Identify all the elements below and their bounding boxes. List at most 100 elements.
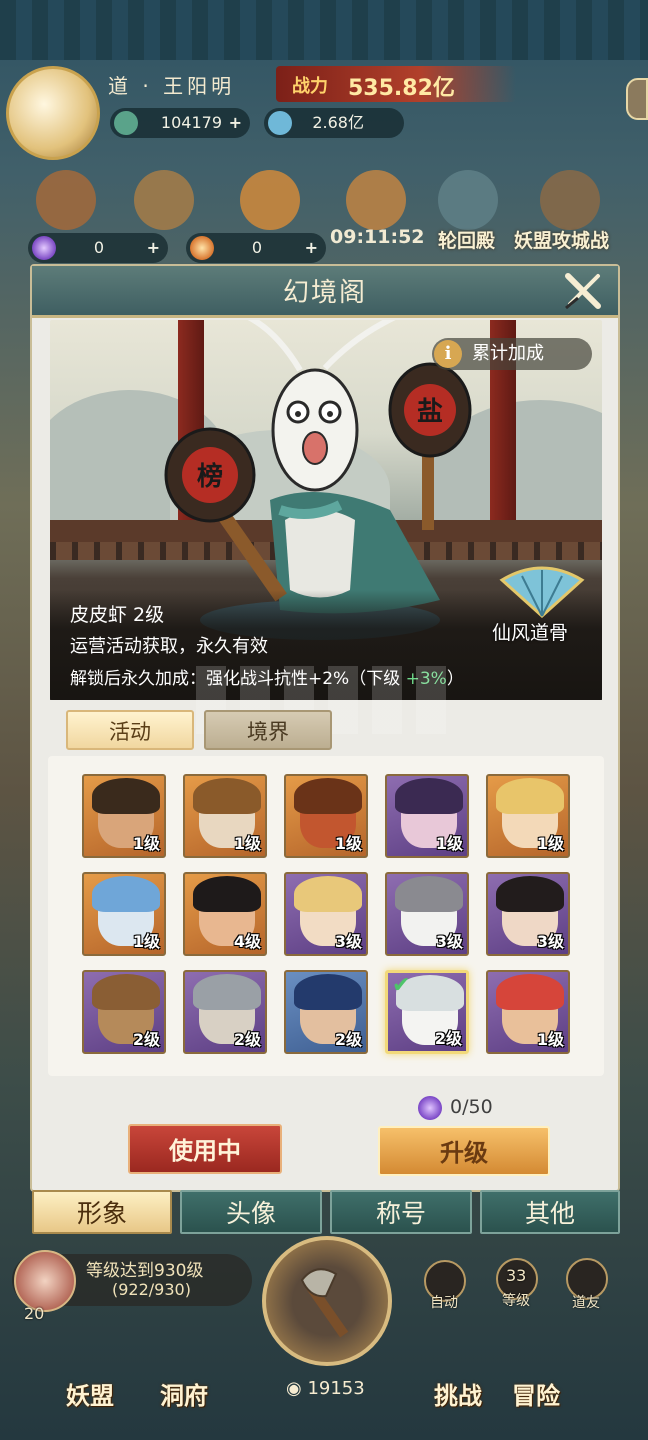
fan-badge-icon bbox=[499, 566, 585, 618]
portrait-hair bbox=[395, 876, 463, 912]
nav-adventure[interactable]: 冒险 bbox=[512, 1376, 560, 1411]
portrait-hair bbox=[92, 974, 160, 1010]
fan-icon[interactable] bbox=[346, 170, 406, 230]
cumulative-bonus-button[interactable]: i 累计加成 bbox=[432, 338, 592, 370]
tab-activity[interactable]: 活动 bbox=[66, 710, 194, 750]
skin-cell[interactable]: 3级 bbox=[385, 872, 469, 956]
tab-avatar[interactable]: 头像 bbox=[180, 1190, 322, 1234]
in-use-button[interactable]: 使用中 bbox=[128, 1124, 282, 1174]
skin-level: 3级 bbox=[334, 932, 362, 951]
axe-icon bbox=[300, 1268, 349, 1338]
skin-level: 3级 bbox=[536, 932, 564, 951]
level-button-label: 等级 bbox=[502, 1293, 530, 1309]
badge-label: 仙风道骨 bbox=[492, 622, 569, 644]
portrait-hair bbox=[92, 876, 160, 912]
skin-level: 4级 bbox=[233, 932, 261, 951]
upgrade-button[interactable]: 升级 bbox=[378, 1126, 550, 1176]
event-icon[interactable] bbox=[134, 170, 194, 230]
skin-level: 1级 bbox=[334, 834, 362, 853]
skin-level: 2级 bbox=[132, 1030, 160, 1049]
purple-orb-add-button[interactable]: + bbox=[147, 233, 160, 263]
coin-counter: ◉ 19153 bbox=[286, 1378, 365, 1399]
spirit-stone-icon bbox=[114, 111, 138, 135]
tab-title[interactable]: 称号 bbox=[330, 1190, 472, 1234]
skin-level: 1级 bbox=[435, 834, 463, 853]
lotus-icon[interactable] bbox=[240, 170, 300, 230]
skin-cell[interactable]: 1级 bbox=[183, 774, 267, 858]
dialog-title: 幻境阁 bbox=[282, 278, 367, 308]
portrait-hair bbox=[395, 778, 463, 814]
siege-icon[interactable] bbox=[540, 170, 600, 230]
level-goal-text: 等级达到930级 bbox=[86, 1261, 204, 1281]
gift-bag-icon[interactable] bbox=[36, 170, 96, 230]
skin-cell[interactable]: 2级 bbox=[284, 970, 368, 1054]
level-button-number: 33 bbox=[506, 1266, 527, 1285]
skin-cell[interactable]: 2级 bbox=[183, 970, 267, 1054]
skin-level: 1级 bbox=[132, 834, 160, 853]
check-icon: ✔ bbox=[392, 973, 411, 998]
currency-1-value: 104179 bbox=[160, 113, 222, 132]
purple-orb-value: 0 bbox=[93, 238, 104, 257]
player-avatar[interactable] bbox=[6, 66, 100, 160]
skin-cell[interactable]: 3级 bbox=[486, 872, 570, 956]
skin-cell[interactable]: 2级 ✔ bbox=[385, 970, 469, 1054]
event-label-samsara[interactable]: 轮回殿 bbox=[438, 226, 495, 253]
chop-button[interactable] bbox=[262, 1236, 392, 1366]
skin-level: 3级 bbox=[435, 932, 463, 951]
nav-alliance[interactable]: 妖盟 bbox=[66, 1376, 114, 1411]
tab-realm[interactable]: 境界 bbox=[204, 710, 332, 750]
portrait-hair bbox=[193, 974, 261, 1010]
skin-source: 运营活动获取，永久有效 bbox=[70, 636, 268, 657]
skin-cell[interactable]: 2级 bbox=[82, 970, 166, 1054]
tab-other[interactable]: 其他 bbox=[480, 1190, 620, 1234]
skin-level: 1级 bbox=[536, 1030, 564, 1049]
portrait-hair bbox=[496, 974, 564, 1010]
portrait-hair bbox=[294, 876, 362, 912]
skin-cell[interactable]: 4级 bbox=[183, 872, 267, 956]
skin-level: 1级 bbox=[132, 932, 160, 951]
skin-cell[interactable]: 1级 bbox=[385, 774, 469, 858]
tab-appearance[interactable]: 形象 bbox=[32, 1190, 172, 1234]
palace-icon[interactable] bbox=[438, 170, 498, 230]
event-timer: 09:11:52 bbox=[330, 226, 425, 248]
nav-challenge[interactable]: 挑战 bbox=[434, 1376, 482, 1411]
purple-orb-bar: 0 + bbox=[28, 233, 168, 263]
side-expand-button[interactable] bbox=[626, 78, 648, 120]
currency-2-bar: 2.68亿 bbox=[264, 108, 404, 138]
skin-cell[interactable]: 1级 bbox=[486, 774, 570, 858]
auto-label: 自动 bbox=[430, 1295, 458, 1311]
purple-orb-icon bbox=[32, 236, 56, 260]
level-badge: 20 bbox=[24, 1304, 45, 1323]
lantern-right-text: 盐 bbox=[417, 397, 443, 427]
skin-cell[interactable]: 3级 bbox=[284, 872, 368, 956]
currency-1-add-button[interactable]: + bbox=[229, 108, 242, 138]
level-goal-progress: (922/930) bbox=[112, 1280, 191, 1299]
player-name: 道 · 王阳明 bbox=[108, 74, 236, 98]
currency-1-bar: 104179 + bbox=[110, 108, 250, 138]
lantern-left-text: 榜 bbox=[197, 461, 223, 492]
skin-level: 1级 bbox=[536, 834, 564, 853]
skin-cell[interactable]: 1级 bbox=[486, 970, 570, 1054]
skin-level: 2级 bbox=[334, 1030, 362, 1049]
orange-orb-add-button[interactable]: + bbox=[305, 233, 318, 263]
info-icon: i bbox=[434, 340, 462, 368]
skin-cell[interactable]: 1级 bbox=[82, 774, 166, 858]
skin-name-level: 皮皮虾 2级 bbox=[70, 604, 165, 626]
portrait-hair bbox=[193, 876, 261, 912]
event-label-siege[interactable]: 妖盟攻城战 bbox=[514, 226, 609, 253]
skin-cell[interactable]: 1级 bbox=[284, 774, 368, 858]
portrait-hair bbox=[496, 778, 564, 814]
skin-level: 1级 bbox=[233, 834, 261, 853]
meat-icon bbox=[14, 1250, 76, 1312]
close-icon[interactable] bbox=[560, 268, 606, 314]
skin-level: 2级 bbox=[434, 1029, 462, 1048]
friend-label: 道友 bbox=[572, 1295, 600, 1311]
nav-cave[interactable]: 洞府 bbox=[160, 1376, 208, 1411]
coin-value: 19153 bbox=[307, 1378, 365, 1399]
skin-level: 2级 bbox=[233, 1030, 261, 1049]
portrait-hair bbox=[92, 778, 160, 814]
orange-orb-value: 0 bbox=[251, 238, 262, 257]
portrait-hair bbox=[294, 974, 362, 1010]
power-value: 535.82亿 bbox=[348, 76, 455, 101]
skin-cell[interactable]: 1级 bbox=[82, 872, 166, 956]
